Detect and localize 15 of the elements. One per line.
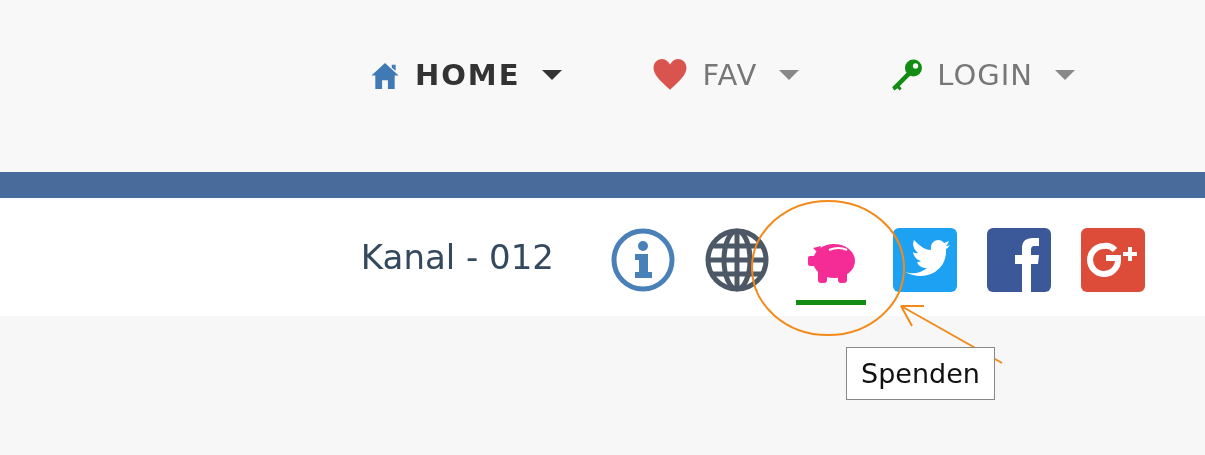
info-icon <box>611 228 675 292</box>
globe-icon <box>705 228 769 292</box>
nav-menu-item[interactable]: HOME <box>368 53 563 97</box>
bird-icon <box>893 228 957 292</box>
nav-menu-item[interactable]: LOGIN <box>889 53 1075 97</box>
key-icon <box>889 58 924 92</box>
tooltip: Spenden <box>846 347 995 400</box>
google-plus-icon <box>1081 228 1145 292</box>
channel-label: Kanal - 012 <box>360 237 554 277</box>
caret-icon <box>779 70 800 80</box>
nav-menu-item[interactable]: FAV <box>652 53 800 97</box>
facebook-icon <box>987 228 1051 292</box>
heart-icon <box>652 58 689 92</box>
caret-icon <box>542 70 563 80</box>
caret-icon <box>1055 70 1075 80</box>
